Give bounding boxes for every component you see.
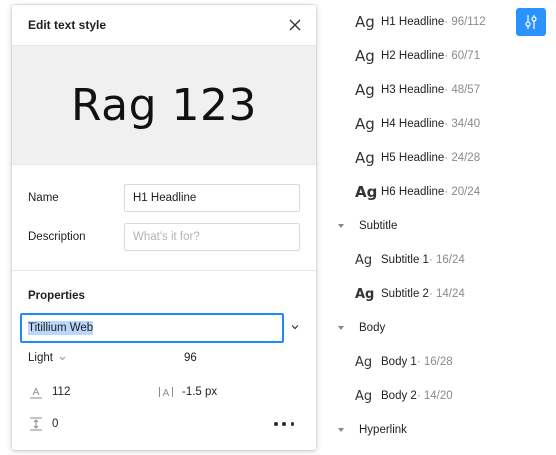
style-preview-icon: Ag — [355, 388, 373, 404]
adjust-settings-button[interactable] — [516, 8, 546, 36]
group-label: Subtitle — [359, 220, 398, 232]
style-group-subtitle[interactable]: Subtitle — [330, 212, 397, 240]
divider — [12, 270, 316, 271]
font-weight-value: Light — [28, 352, 53, 364]
style-name: Subtitle 1 — [381, 254, 429, 266]
style-meta: · 96/112 — [444, 16, 486, 28]
letter-spacing-icon: A — [159, 387, 173, 399]
style-preview-icon: Ag — [355, 81, 375, 99]
style-item[interactable]: Ag H3 Headline · 48/57 — [330, 76, 530, 104]
style-meta: · 16/28 — [416, 356, 453, 368]
chevron-down-icon — [59, 356, 66, 360]
style-preview-icon: Ag — [355, 183, 378, 201]
style-meta: · 24/28 — [444, 152, 481, 164]
line-height-input[interactable]: A 112 — [28, 384, 70, 400]
dot — [274, 422, 278, 426]
line-height-icon: A — [30, 387, 42, 399]
style-meta: · 14/20 — [416, 390, 453, 402]
style-group-body[interactable]: Body — [330, 314, 385, 342]
style-item[interactable]: Ag Body 1 · 16/28 — [330, 348, 530, 376]
edit-text-style-dialog: Edit text style Rag 123 Name Description… — [12, 5, 316, 450]
style-preview-icon: Ag — [355, 13, 375, 31]
text-style-preview: Rag 123 — [12, 45, 316, 165]
svg-text:A: A — [33, 387, 40, 398]
style-item[interactable]: Ag Body 2 · 14/20 — [330, 382, 530, 410]
font-size-input[interactable]: 96 — [184, 352, 197, 364]
style-preview-icon: Ag — [355, 149, 375, 167]
style-name: H2 Headline — [381, 50, 445, 62]
paragraph-spacing-input[interactable]: 0 — [28, 416, 58, 432]
style-meta: · 14/24 — [428, 288, 465, 300]
style-name: Body 1 — [381, 356, 417, 368]
style-name: H1 Headline — [381, 16, 445, 28]
style-name: H5 Headline — [381, 152, 445, 164]
description-field[interactable] — [124, 223, 300, 251]
letter-spacing-input[interactable]: A -1.5 px — [158, 384, 217, 400]
caret-down-icon[interactable] — [338, 224, 344, 228]
group-label: Hyperlink — [359, 424, 407, 436]
style-meta: · 20/24 — [444, 186, 481, 198]
style-item[interactable]: Ag H4 Headline · 34/40 — [330, 110, 530, 138]
name-field[interactable] — [124, 184, 300, 212]
adjust-icon — [525, 15, 537, 29]
style-item[interactable]: Ag Subtitle 2 · 14/24 — [330, 280, 530, 308]
style-meta: · 16/24 — [428, 254, 465, 266]
style-preview-icon: Ag — [355, 115, 375, 133]
paragraph-spacing-value: 0 — [52, 418, 59, 430]
style-item[interactable]: Ag H1 Headline · 96/112 — [330, 8, 530, 36]
style-item[interactable]: Ag H5 Headline · 24/28 — [330, 144, 530, 172]
chevron-down-icon[interactable] — [291, 323, 299, 331]
style-preview-icon: Ag — [355, 286, 375, 302]
dot — [290, 422, 294, 426]
style-item[interactable]: Ag Subtitle 1 · 16/24 — [330, 246, 530, 274]
style-meta: · 34/40 — [444, 118, 481, 130]
style-preview-icon: Ag — [355, 252, 373, 268]
font-weight-dropdown[interactable]: Light — [28, 352, 66, 364]
style-item[interactable]: Ag H2 Headline · 60/71 — [330, 42, 530, 70]
letter-spacing-value: -1.5 px — [182, 386, 218, 398]
description-label: Description — [28, 231, 86, 243]
close-icon[interactable] — [288, 18, 302, 32]
font-family-value: Titillium Web — [28, 321, 94, 335]
more-icon[interactable] — [274, 417, 294, 431]
caret-down-icon[interactable] — [338, 428, 344, 432]
properties-heading: Properties — [28, 290, 85, 302]
style-name: H3 Headline — [381, 84, 445, 96]
group-label: Body — [359, 322, 386, 334]
preview-text: Rag 123 — [71, 79, 257, 131]
style-name: Body 2 — [381, 390, 417, 402]
dialog-header: Edit text style — [12, 5, 316, 45]
style-name: H6 Headline — [381, 186, 445, 198]
style-meta: · 60/71 — [444, 50, 481, 62]
paragraph-spacing-icon — [30, 417, 42, 431]
line-height-value: 112 — [52, 386, 71, 398]
style-group-hyperlink[interactable]: Hyperlink — [330, 416, 407, 444]
dot — [282, 422, 286, 426]
dialog-title: Edit text style — [28, 18, 107, 32]
style-preview-icon: Ag — [355, 47, 375, 65]
svg-text:A: A — [163, 388, 170, 399]
font-family-input[interactable]: Titillium Web — [20, 313, 284, 343]
style-meta: · 48/57 — [444, 84, 481, 96]
style-item[interactable]: Ag H6 Headline · 20/24 — [330, 178, 530, 206]
name-label: Name — [28, 192, 59, 204]
style-preview-icon: Ag — [355, 354, 373, 370]
style-name: H4 Headline — [381, 118, 445, 130]
caret-down-icon[interactable] — [338, 326, 344, 330]
style-name: Subtitle 2 — [381, 288, 429, 300]
